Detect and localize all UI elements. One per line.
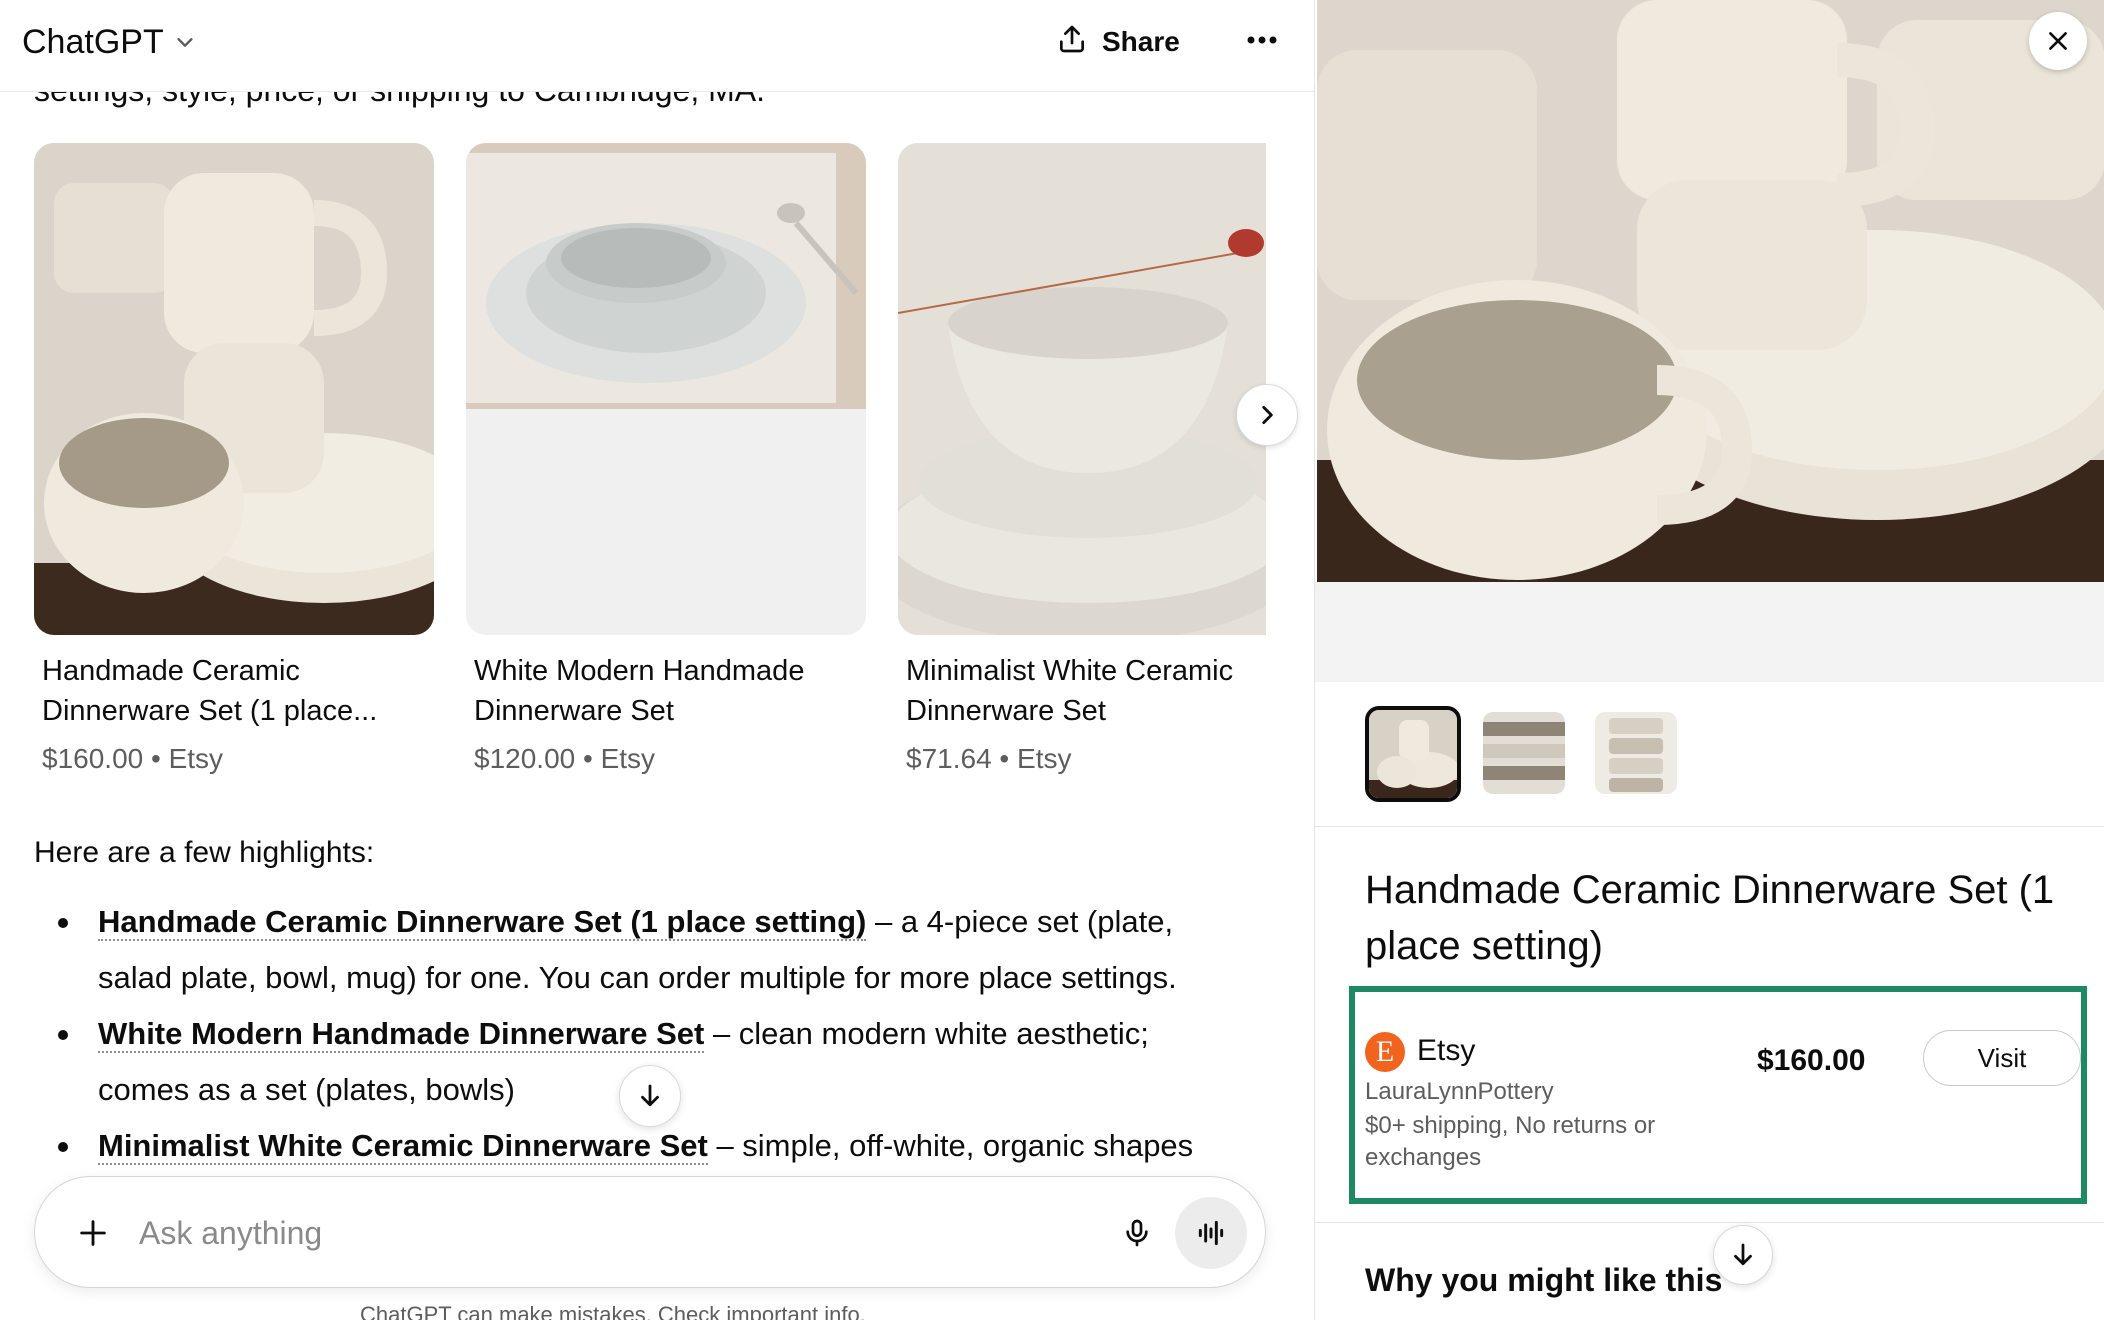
- more-options-icon[interactable]: [1240, 18, 1284, 62]
- product-store: Etsy: [600, 743, 656, 774]
- composer: [34, 1176, 1266, 1288]
- close-icon[interactable]: [2029, 12, 2087, 70]
- product-price: $71.64: [906, 743, 992, 774]
- product-link[interactable]: White Modern Handmade Dinnerware Set: [98, 1016, 705, 1053]
- product-link[interactable]: Handmade Ceramic Dinnerware Set (1 place…: [98, 904, 867, 941]
- etsy-logo-icon: E: [1365, 1032, 1405, 1072]
- highlights-intro: Here are a few highlights:: [34, 836, 375, 869]
- chevron-down-icon: [174, 23, 196, 62]
- share-label: Share: [1102, 26, 1180, 57]
- model-switcher[interactable]: ChatGPT: [22, 20, 196, 64]
- plus-icon[interactable]: [67, 1207, 119, 1259]
- offer-card: E Etsy LauraLynnPottery $0+ shipping, No…: [1349, 986, 2087, 1204]
- prompt-input[interactable]: [139, 1207, 1099, 1259]
- chat-pane: ChatGPT Share settings, style, price, or…: [0, 0, 1314, 1320]
- thumbnail-selected[interactable]: [1365, 706, 1461, 802]
- product-card[interactable]: Handmade Ceramic Dinnerware Set (1 place…: [34, 143, 434, 774]
- visit-button[interactable]: Visit: [1923, 1030, 2081, 1086]
- section-heading: Why you might like this: [1365, 1262, 1723, 1298]
- product-link[interactable]: Minimalist White Ceramic Dinnerware Set: [98, 1128, 708, 1165]
- product-image: [466, 143, 866, 635]
- disclaimer-text: ChatGPT can make mistakes. Check importa…: [360, 1302, 866, 1320]
- product-card[interactable]: Minimalist White Ceramic Dinnerware Set …: [898, 143, 1266, 774]
- list-item: Handmade Ceramic Dinnerware Set (1 place…: [58, 894, 1248, 1006]
- product-card[interactable]: White Modern Handmade Dinnerware Set $12…: [466, 143, 866, 774]
- list-item: Minimalist White Ceramic Dinnerware Set …: [58, 1118, 1248, 1174]
- meta-separator: •: [583, 743, 593, 774]
- chevron-right-icon[interactable]: [1236, 384, 1298, 446]
- product-title: Minimalist White Ceramic Dinnerware Set: [906, 655, 1234, 727]
- arrow-down-icon[interactable]: [1713, 1225, 1773, 1285]
- microphone-icon[interactable]: [1111, 1207, 1163, 1259]
- meta-separator: •: [999, 743, 1010, 774]
- voice-mode-icon[interactable]: [1175, 1197, 1247, 1269]
- thumbnail[interactable]: [1483, 712, 1565, 794]
- product-price: $160.00: [42, 743, 144, 774]
- product-hero-image: [1317, 0, 2104, 582]
- model-name: ChatGPT: [22, 22, 164, 61]
- divider: [1315, 1222, 2104, 1223]
- meta-separator: •: [151, 743, 161, 774]
- product-image: [898, 143, 1266, 635]
- product-store: Etsy: [168, 743, 224, 774]
- product-meta: $71.64 • Etsy: [906, 743, 1071, 775]
- product-meta: $160.00 • Etsy: [42, 743, 223, 775]
- product-price: $120.00: [474, 743, 576, 774]
- list-item-text: – simple, off-white, organic shapes: [707, 1128, 1194, 1163]
- thumbnail[interactable]: [1595, 712, 1677, 794]
- product-image: [34, 143, 434, 635]
- share-icon: [1056, 23, 1088, 62]
- offer-price: $160.00: [1757, 1044, 1866, 1077]
- hero-padding: [1315, 582, 2104, 682]
- store-name: Etsy: [1417, 1034, 1476, 1067]
- divider: [1315, 826, 2104, 827]
- product-detail-panel: Handmade Ceramic Dinnerware Set (1 place…: [1314, 0, 2104, 1320]
- share-button[interactable]: Share: [1056, 18, 1180, 66]
- product-title: Handmade Ceramic Dinnerware Set (1 place…: [1365, 868, 2055, 968]
- product-meta: $120.00 • Etsy: [474, 743, 655, 775]
- seller-name: LauraLynnPottery: [1365, 1078, 1554, 1105]
- product-store: Etsy: [1017, 743, 1072, 774]
- arrow-down-icon[interactable]: [619, 1065, 681, 1127]
- chat-header: ChatGPT Share: [0, 0, 1314, 92]
- shipping-info: $0+ shipping, No returns or exchanges: [1365, 1112, 1656, 1171]
- product-title: White Modern Handmade Dinnerware Set: [474, 655, 805, 727]
- product-title: Handmade Ceramic Dinnerware Set (1 place…: [42, 655, 378, 727]
